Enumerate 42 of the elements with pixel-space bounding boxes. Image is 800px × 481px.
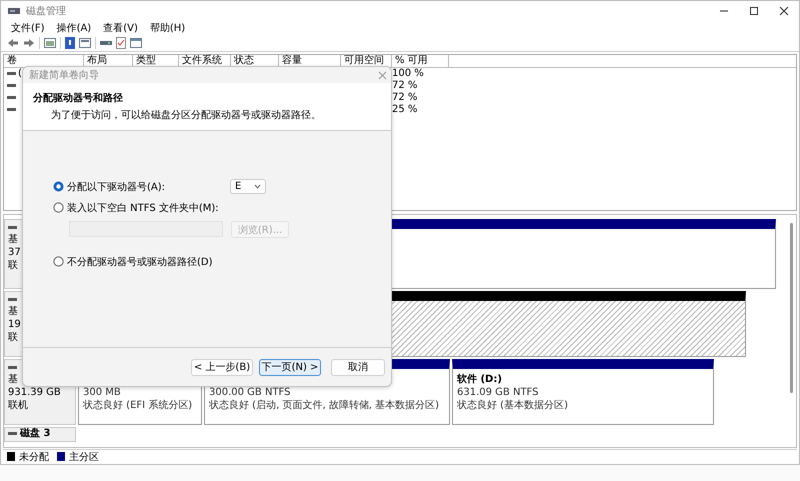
partition-status: 状态良好 (启动, 页面文件, 故障转储, 基本数据分区): [209, 400, 440, 412]
partition-status: 状态良好 (EFI 系统分区): [83, 400, 194, 412]
cancel-button[interactable]: 取消: [331, 358, 385, 376]
radio-label[interactable]: 装入以下空白 NTFS 文件夹中(M):: [67, 200, 219, 214]
drive-letter-dropdown[interactable]: E: [230, 179, 266, 194]
partition[interactable]: 软件 (D:) 631.09 GB NTFS 状态良好 (基本数据分区): [452, 359, 714, 426]
table-cell: 25 %: [392, 104, 418, 116]
dialog-title: 新建简单卷向导: [29, 68, 99, 82]
table-cell: 72 %: [392, 80, 418, 92]
disk-type: 基: [8, 374, 18, 386]
partition-size: 300.00 GB NTFS: [209, 387, 292, 400]
menu-item[interactable]: 帮助(H): [144, 21, 192, 35]
menu-item[interactable]: 查看(V): [97, 21, 144, 35]
disk-type: 基: [8, 306, 18, 318]
partition-title: 软件 (D:): [457, 374, 503, 386]
partition-size: 300 MB: [83, 387, 122, 400]
disk-size: 19: [8, 319, 21, 332]
radio-label[interactable]: 分配以下驱动器号(A):: [67, 180, 166, 194]
disk-status: 联: [8, 260, 18, 272]
partition-status: 状态良好 (基本数据分区): [457, 400, 569, 412]
partition-size: 631.09 GB NTFS: [457, 387, 540, 400]
column-header[interactable]: % 可用: [392, 55, 449, 68]
disk-status: 联机: [8, 400, 28, 412]
legend-label: 未分配: [19, 450, 49, 464]
disk-size: 37: [8, 247, 21, 260]
table-cell: (: [18, 68, 22, 80]
disk-size: 931.39 GB: [8, 387, 61, 400]
menu-item[interactable]: 文件(F): [5, 21, 51, 35]
window-title: 磁盘管理: [26, 4, 66, 18]
back-button[interactable]: < 上一步(B): [191, 358, 253, 376]
disk-label[interactable]: 磁盘 3: [4, 427, 76, 442]
radio-label[interactable]: 不分配驱动器号或驱动器路径(D): [67, 254, 213, 268]
table-cell: 100 %: [392, 68, 424, 80]
wizard-heading: 分配驱动器号和路径: [33, 92, 124, 105]
next-button[interactable]: 下一页(N) >: [259, 358, 321, 376]
table-cell: 72 %: [392, 92, 418, 104]
menu-item[interactable]: 操作(A): [50, 21, 98, 35]
disk-status: 联: [8, 332, 18, 344]
legend-label: 主分区: [69, 450, 99, 464]
disk-name: 磁盘 3: [20, 428, 50, 440]
disk-type: 基: [8, 234, 18, 246]
wizard-subtitle: 为了便于访问，可以给磁盘分区分配驱动器号或驱动器路径。: [50, 108, 322, 122]
